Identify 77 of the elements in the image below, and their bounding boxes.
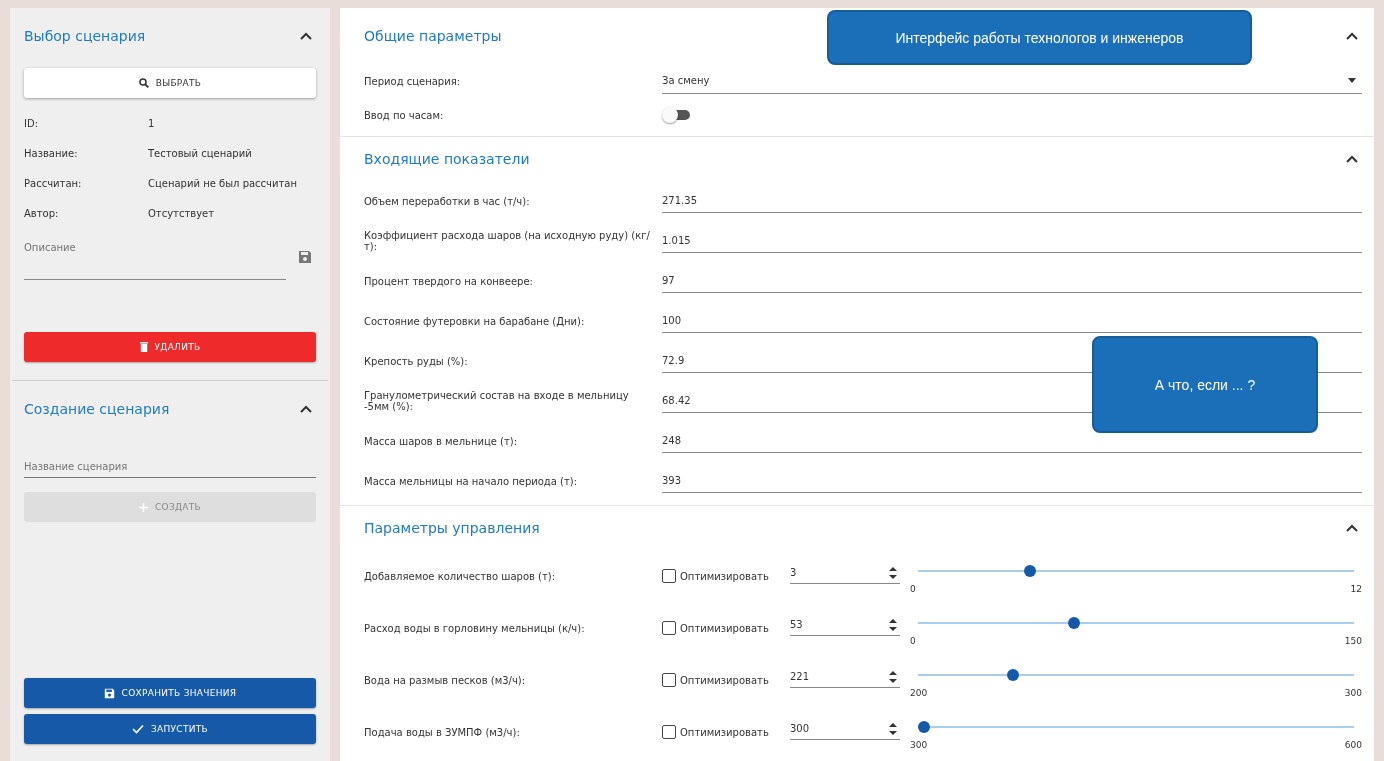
- checkbox-label: Оптимизировать: [680, 622, 769, 634]
- optimize-checkbox[interactable]: [662, 725, 676, 739]
- collapse-icon[interactable]: [1346, 155, 1358, 163]
- delete-button[interactable]: УДАЛИТЬ: [24, 332, 316, 362]
- slider-min-label: 0: [910, 584, 916, 594]
- field-label: Объем переработки в час (т/ч):: [364, 195, 531, 207]
- check-icon: [131, 724, 144, 734]
- optimize-checkbox[interactable]: [662, 673, 676, 687]
- save-icon[interactable]: [298, 250, 312, 264]
- section-title: Выбор сценария: [24, 28, 146, 44]
- info-value: Отсутствует: [148, 207, 215, 219]
- field-label: Добавляемое количество шаров (т):: [364, 570, 557, 582]
- select-button[interactable]: ВЫБРАТЬ: [24, 68, 316, 98]
- section-title: Общие параметры: [364, 28, 502, 44]
- info-label: Автор:: [24, 207, 60, 219]
- hourly-toggle[interactable]: [662, 107, 692, 123]
- number-field[interactable]: 221: [790, 666, 900, 688]
- info-label: ID:: [24, 117, 40, 129]
- checkbox-label: Оптимизировать: [680, 570, 769, 582]
- info-value: Тестовый сценарий: [148, 147, 252, 159]
- trash-icon: [139, 342, 148, 352]
- callout-box: Интерфейс работы технологов и инженеров: [827, 10, 1252, 65]
- period-dropdown[interactable]: За смену: [662, 68, 1362, 94]
- field-label: Гранулометрический состав на входе в мельницу -5мм (%):: [364, 390, 630, 412]
- callout-box: А что, если ... ?: [1092, 336, 1318, 433]
- info-label: Рассчитан:: [24, 177, 83, 189]
- search-icon: [138, 78, 149, 88]
- spinner-icon: [889, 617, 897, 632]
- info-value: Сценарий не был рассчитан: [148, 177, 297, 189]
- checkbox-label: Оптимизировать: [680, 726, 769, 738]
- field-label: Процент твердого на конвеере:: [364, 275, 534, 287]
- field-label: Масса мельницы на начало периода (т):: [364, 475, 579, 487]
- slider-max-label: 600: [1344, 740, 1362, 750]
- slider-max-label: 12: [1350, 584, 1362, 594]
- save-values-button[interactable]: СОХРАНИТЬ ЗНАЧЕНИЯ: [24, 678, 316, 708]
- optimize-checkbox[interactable]: [662, 621, 676, 635]
- info-value: 1: [148, 117, 155, 129]
- collapse-icon[interactable]: [1346, 524, 1358, 532]
- plus-icon: [138, 502, 148, 512]
- slider-handle[interactable]: [918, 721, 930, 733]
- number-field[interactable]: 3: [790, 562, 900, 584]
- save-icon: [103, 687, 115, 699]
- slider-handle[interactable]: [1024, 565, 1036, 577]
- spinner-icon: [889, 721, 897, 736]
- section-title: Параметры управления: [364, 520, 540, 536]
- section-title: Входящие показатели: [364, 151, 530, 167]
- scenario-name-field[interactable]: Название сценария: [24, 455, 316, 478]
- slider-handle[interactable]: [1007, 669, 1020, 681]
- checkbox-label: Оптимизировать: [680, 674, 769, 686]
- slider-min-label: 200: [910, 688, 928, 698]
- field-label: Крепость руды (%):: [364, 355, 469, 367]
- number-field[interactable]: 300: [790, 718, 900, 740]
- slider-handle[interactable]: [1067, 617, 1080, 629]
- collapse-icon[interactable]: [300, 405, 312, 413]
- field-label: Вода на размыв песков (м3/ч):: [364, 674, 527, 686]
- field-label: Масса шаров в мельнице (т):: [364, 435, 519, 447]
- field-label: Подача воды в ЗУМПФ (м3/ч):: [364, 726, 521, 738]
- field-label: Расход воды в горловину мельницы (к/ч):: [364, 622, 586, 634]
- slider-min-label: 300: [910, 740, 928, 750]
- slider-max-label: 300: [1344, 688, 1362, 698]
- number-field[interactable]: 53: [790, 614, 900, 636]
- field-label: Период сценария:: [364, 75, 462, 87]
- spinner-icon: [889, 565, 897, 580]
- spinner-icon: [889, 669, 897, 684]
- collapse-icon[interactable]: [300, 32, 312, 40]
- slider-max-label: 150: [1344, 636, 1362, 646]
- field-label: Состояние футеровки на барабане (Дни):: [364, 315, 586, 327]
- field-label: Коэффициент расхода шаров (на исходную руду) (кг/т):: [364, 230, 651, 252]
- collapse-icon[interactable]: [1346, 32, 1358, 40]
- slider-min-label: 0: [910, 636, 916, 646]
- description-field[interactable]: Описание: [24, 238, 286, 280]
- field-label: Ввод по часам:: [364, 109, 445, 121]
- info-label: Название:: [24, 147, 79, 159]
- dropdown-caret-icon: [1348, 78, 1356, 83]
- run-button[interactable]: ЗАПУСТИТЬ: [24, 714, 316, 744]
- section-title: Создание сценария: [24, 401, 170, 417]
- optimize-checkbox[interactable]: [662, 569, 676, 583]
